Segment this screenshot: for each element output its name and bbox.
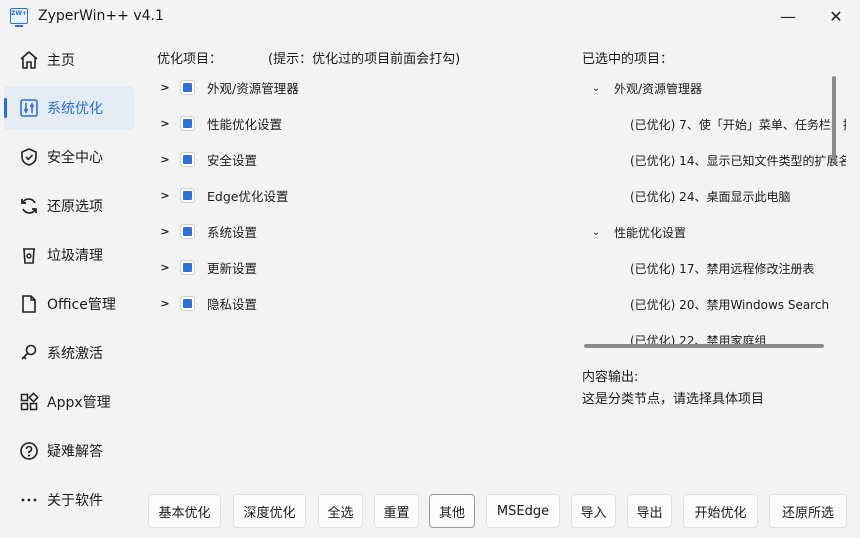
selected-item-label: (已优化) 7、使「开始」菜单、任务栏、操 bbox=[630, 117, 846, 132]
tree-item[interactable]: > 外观/资源管理器 bbox=[158, 75, 299, 99]
sidebar-item-about[interactable]: 关于软件 bbox=[4, 478, 134, 522]
sidebar-item-troubleshoot[interactable]: 疑难解答 bbox=[4, 429, 134, 473]
tree-item-label: 更新设置 bbox=[207, 260, 258, 276]
tree-item[interactable]: > 更新设置 bbox=[158, 255, 257, 279]
tree-item-label: 外观/资源管理器 bbox=[207, 80, 299, 96]
minimize-button[interactable]: — bbox=[774, 4, 802, 30]
tree-item[interactable]: > 系统设置 bbox=[158, 219, 257, 243]
sidebar-item-label: Office管理 bbox=[47, 297, 116, 313]
selected-group-label: 性能优化设置 bbox=[614, 225, 687, 240]
tree-checkbox[interactable] bbox=[180, 79, 195, 95]
selected-group[interactable]: ⌄ 性能优化设置 bbox=[590, 221, 686, 243]
shield-icon bbox=[18, 146, 40, 168]
import-button[interactable]: 导入 bbox=[571, 494, 616, 528]
selected-item[interactable]: (已优化) 17、禁用远程修改注册表 bbox=[630, 257, 814, 279]
sidebar-item-label: 主页 bbox=[47, 53, 75, 69]
tree-checkbox[interactable] bbox=[180, 223, 195, 239]
tree-checkbox[interactable] bbox=[180, 295, 195, 311]
app-window: ZW+ ZyperWin++ v4.1 — ✕ 主页 系统优化 安全中心 还原选… bbox=[0, 0, 860, 538]
sidebar: 主页 系统优化 安全中心 还原选项 垃圾清理 Office管理 系统激活 App… bbox=[0, 36, 140, 536]
chevron-right-icon[interactable]: > bbox=[158, 297, 172, 310]
select-all-button[interactable]: 全选 bbox=[318, 494, 363, 528]
tree-checkbox[interactable] bbox=[180, 259, 195, 275]
selected-item[interactable]: (已优化) 20、禁用Windows Search bbox=[630, 293, 829, 315]
export-button[interactable]: 导出 bbox=[627, 494, 672, 528]
selected-item[interactable]: (已优化) 7、使「开始」菜单、任务栏、操 bbox=[630, 113, 846, 135]
document-icon bbox=[18, 293, 40, 315]
chevron-right-icon[interactable]: > bbox=[158, 189, 172, 202]
tree-item[interactable]: > 安全设置 bbox=[158, 147, 257, 171]
tree-checkbox[interactable] bbox=[180, 115, 195, 131]
help-icon bbox=[18, 440, 40, 462]
deep-optimize-button[interactable]: 深度优化 bbox=[233, 494, 306, 528]
optimize-hint: (提示：优化过的项目前面会打勾) bbox=[268, 52, 461, 67]
selected-group-label: 外观/资源管理器 bbox=[614, 81, 703, 96]
tree-item-label: 性能优化设置 bbox=[207, 116, 283, 132]
tree-item[interactable]: > 性能优化设置 bbox=[158, 111, 282, 135]
selected-item-label: (已优化) 24、桌面显示此电脑 bbox=[630, 189, 791, 204]
basic-optimize-button[interactable]: 基本优化 bbox=[148, 494, 221, 528]
sidebar-item-label: 关于软件 bbox=[47, 493, 103, 509]
horizontal-scrollbar[interactable] bbox=[584, 344, 824, 348]
tree-item[interactable]: > 隐私设置 bbox=[158, 291, 257, 315]
key-icon bbox=[18, 342, 40, 364]
sidebar-item-label: 安全中心 bbox=[47, 150, 103, 166]
tree-item[interactable]: > Edge优化设置 bbox=[158, 183, 288, 207]
apps-icon bbox=[18, 391, 40, 413]
chevron-right-icon[interactable]: > bbox=[158, 117, 172, 130]
tuning-icon bbox=[18, 97, 40, 119]
tree-item-label: 隐私设置 bbox=[207, 296, 258, 312]
title-bar: ZW+ ZyperWin++ v4.1 — ✕ bbox=[0, 0, 860, 34]
home-icon bbox=[18, 49, 40, 71]
optimize-header: 优化项目： bbox=[157, 52, 223, 67]
chevron-right-icon[interactable]: > bbox=[158, 261, 172, 274]
sidebar-item-cleanup[interactable]: 垃圾清理 bbox=[4, 233, 134, 277]
restore-icon bbox=[18, 195, 40, 217]
output-label: 内容输出: bbox=[582, 370, 639, 385]
selected-item-label: (已优化) 17、禁用远程修改注册表 bbox=[630, 261, 815, 276]
selected-item-label: (已优化) 14、显示已知文件类型的扩展名 bbox=[630, 153, 846, 168]
app-logo-icon: ZW+ bbox=[10, 8, 28, 27]
tree-item-label: Edge优化设置 bbox=[207, 188, 289, 204]
sidebar-item-restore[interactable]: 还原选项 bbox=[4, 184, 134, 228]
selected-header: 已选中的项目： bbox=[582, 52, 674, 67]
selected-item[interactable]: (已优化) 14、显示已知文件类型的扩展名 bbox=[630, 149, 846, 171]
selected-tree[interactable]: ⌄ 外观/资源管理器 (已优化) 7、使「开始」菜单、任务栏、操 (已优化) 1… bbox=[578, 70, 846, 352]
chevron-right-icon[interactable]: > bbox=[158, 81, 172, 94]
tree-item-label: 系统设置 bbox=[207, 224, 258, 240]
selected-item-label: (已优化) 20、禁用Windows Search bbox=[630, 297, 830, 312]
sidebar-item-label: 疑难解答 bbox=[47, 444, 103, 460]
sidebar-item-office[interactable]: Office管理 bbox=[4, 282, 134, 326]
sidebar-item-security[interactable]: 安全中心 bbox=[4, 135, 134, 179]
sidebar-item-label: 垃圾清理 bbox=[47, 248, 103, 264]
reset-button[interactable]: 重置 bbox=[374, 494, 419, 528]
selected-group[interactable]: ⌄ 外观/资源管理器 bbox=[590, 77, 702, 99]
restore-selected-button[interactable]: 还原所选 bbox=[769, 494, 847, 528]
trash-icon bbox=[18, 244, 40, 266]
tree-checkbox[interactable] bbox=[180, 187, 195, 203]
chevron-down-icon[interactable]: ⌄ bbox=[590, 83, 602, 94]
other-button[interactable]: 其他 bbox=[429, 494, 475, 528]
more-icon bbox=[18, 489, 40, 511]
selected-item[interactable]: (已优化) 24、桌面显示此电脑 bbox=[630, 185, 790, 207]
close-button[interactable]: ✕ bbox=[822, 4, 850, 30]
msedge-button[interactable]: MSEdge bbox=[486, 494, 560, 528]
tree-checkbox[interactable] bbox=[180, 151, 195, 167]
sidebar-item-activation[interactable]: 系统激活 bbox=[4, 331, 134, 375]
sidebar-item-label: Appx管理 bbox=[47, 395, 111, 411]
start-optimize-button[interactable]: 开始优化 bbox=[683, 494, 758, 528]
sidebar-item-system-optimize[interactable]: 系统优化 bbox=[4, 86, 134, 130]
sidebar-item-appx[interactable]: Appx管理 bbox=[4, 380, 134, 424]
window-title: ZyperWin++ v4.1 bbox=[38, 8, 164, 24]
tree-item-label: 安全设置 bbox=[207, 152, 258, 168]
sidebar-item-home[interactable]: 主页 bbox=[4, 38, 134, 82]
vertical-scrollbar[interactable] bbox=[832, 76, 836, 160]
chevron-down-icon[interactable]: ⌄ bbox=[590, 227, 602, 238]
sidebar-item-label: 系统激活 bbox=[47, 346, 103, 362]
chevron-right-icon[interactable]: > bbox=[158, 225, 172, 238]
chevron-right-icon[interactable]: > bbox=[158, 153, 172, 166]
output-text: 这是分类节点，请选择具体项目 bbox=[582, 392, 765, 407]
sidebar-item-label: 系统优化 bbox=[47, 101, 103, 117]
sidebar-item-label: 还原选项 bbox=[47, 199, 103, 215]
